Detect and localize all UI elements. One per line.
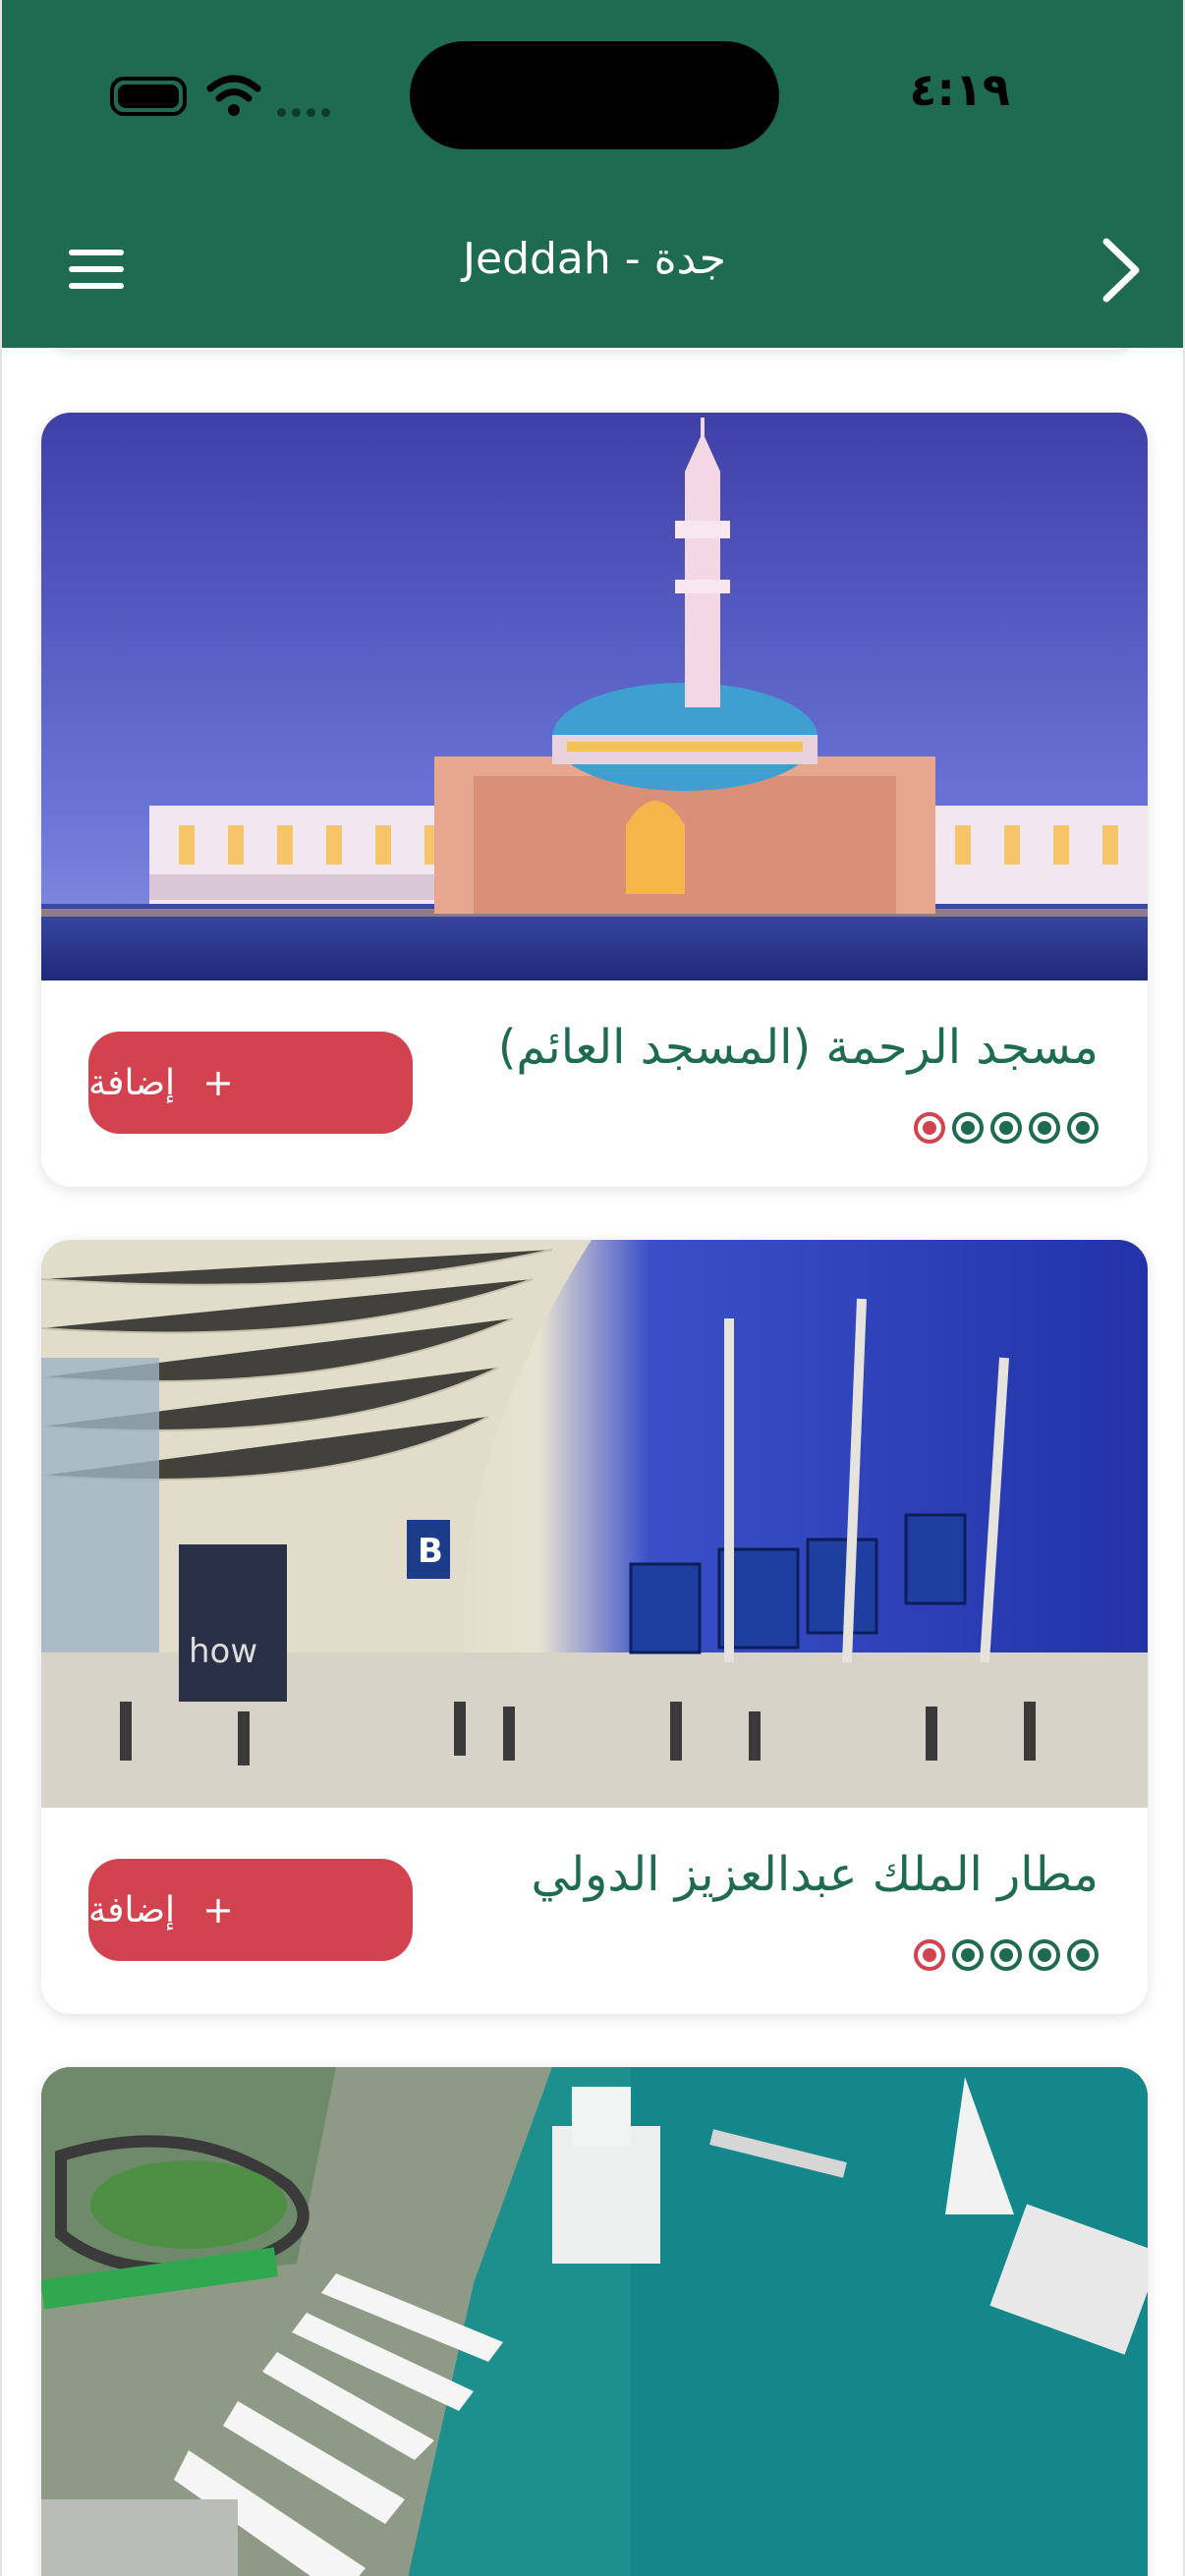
rating-dot-icon	[1029, 1112, 1060, 1144]
card-body: مطار الملك عبدالعزيز الدولي + إضافة	[41, 1808, 1148, 2014]
place-title: مسجد الرحمة (المسجد العائم)	[497, 1020, 1099, 1075]
cellular-signal-icon	[277, 102, 342, 117]
rating-dot-icon	[914, 1939, 945, 1971]
add-button-label: إضافة	[88, 1889, 176, 1931]
svg-text:B: B	[418, 1532, 443, 1571]
app-screen: ٤:١٩ Jeddah - جدة مسجد الرحمة (المسجد ال…	[0, 0, 1185, 2576]
places-list[interactable]: مسجد الرحمة (المسجد العائم) + إضافة B ho…	[2, 289, 1183, 2576]
card-body: مسجد الرحمة (المسجد العائم) + إضافة	[41, 980, 1148, 1187]
status-bar: ٤:١٩	[2, 0, 1183, 187]
wifi-icon	[206, 75, 261, 116]
add-button-label: إضافة	[88, 1062, 176, 1103]
floating-mosque-image	[41, 413, 1148, 980]
place-card[interactable]	[41, 2067, 1148, 2576]
add-place-button[interactable]: + إضافة	[88, 1859, 413, 1961]
rating-dot-icon	[1067, 1939, 1099, 1971]
rating-dot-icon	[1029, 1939, 1060, 1971]
svg-text:how: how	[189, 1632, 257, 1671]
battery-icon	[110, 77, 187, 116]
dynamic-island	[410, 41, 779, 149]
page-title: Jeddah - جدة	[463, 234, 726, 284]
rating-dot-icon	[914, 1112, 945, 1144]
waterfront-marina-image	[41, 2067, 1148, 2576]
place-card[interactable]: B how مطار الملك عبدالعزيز الدولي + إضاف…	[41, 1240, 1148, 2014]
rating-indicator	[914, 1939, 1099, 1971]
plus-icon: +	[202, 1888, 234, 1932]
rating-dot-icon	[990, 1939, 1022, 1971]
rating-dot-icon	[990, 1112, 1022, 1144]
place-title: مطار الملك عبدالعزيز الدولي	[531, 1847, 1099, 1902]
status-time: ٤:١٩	[909, 63, 1010, 116]
add-place-button[interactable]: + إضافة	[88, 1032, 413, 1134]
app-header: ٤:١٩ Jeddah - جدة	[2, 0, 1183, 348]
place-card[interactable]: مسجد الرحمة (المسجد العائم) + إضافة	[41, 413, 1148, 1187]
rating-indicator	[914, 1112, 1099, 1144]
airport-terminal-image: B how	[41, 1240, 1148, 1808]
rating-dot-icon	[1067, 1112, 1099, 1144]
rating-dot-icon	[952, 1112, 984, 1144]
chevron-right-icon[interactable]	[1099, 236, 1144, 305]
plus-icon: +	[202, 1061, 234, 1104]
nav-bar: Jeddah - جدة	[2, 196, 1183, 334]
rating-dot-icon	[952, 1939, 984, 1971]
